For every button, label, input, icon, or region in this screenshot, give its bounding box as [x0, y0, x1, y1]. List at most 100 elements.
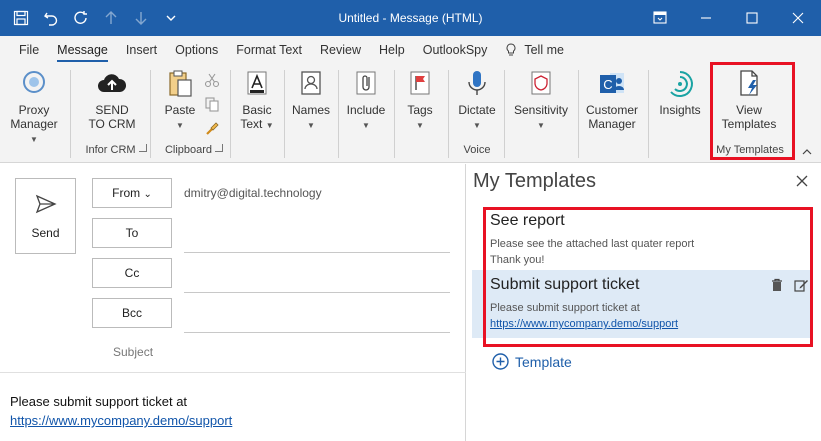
chevron-down-icon: ▼	[416, 121, 424, 130]
minimize-icon[interactable]	[683, 0, 729, 36]
microphone-icon	[468, 71, 486, 95]
customize-qat-icon[interactable]	[158, 5, 184, 31]
dialog-launcher-icon[interactable]	[138, 144, 147, 152]
template-item-submit-support-ticket[interactable]: Submit support ticket Please submit supp…	[472, 270, 812, 338]
bcc-button[interactable]: Bcc	[92, 298, 172, 328]
tab-help[interactable]: Help	[370, 36, 414, 64]
dictate-button[interactable]: Dictate ▼	[454, 68, 500, 133]
message-body[interactable]: Please submit support ticket at https://…	[10, 392, 232, 430]
customer-manager-label-2: Manager	[588, 117, 636, 131]
template-item-see-report[interactable]: See report Please see the attached last …	[472, 206, 812, 268]
ribbon-tabs: File Message Insert Options Format Text …	[0, 36, 821, 64]
chevron-down-icon: ▼	[176, 121, 184, 130]
template-preview-line: Please submit support ticket at	[490, 302, 640, 314]
send-to-crm-button[interactable]: SEND TO CRM	[84, 68, 140, 131]
template-title: See report	[490, 212, 565, 229]
body-link[interactable]: https://www.mycompany.demo/support	[10, 413, 232, 428]
ribbon-separator	[394, 70, 395, 158]
include-button[interactable]: Include ▼	[344, 68, 388, 133]
svg-text:C: C	[603, 77, 612, 92]
chevron-down-icon: ▼	[307, 121, 315, 130]
tags-label: Tags	[407, 103, 433, 117]
tags-button[interactable]: Tags ▼	[400, 68, 440, 133]
close-icon[interactable]	[775, 0, 821, 36]
tab-insert[interactable]: Insert	[117, 36, 166, 64]
ribbon: Proxy Manager ▼ SEND TO CRM Infor CRM Pa…	[0, 62, 821, 163]
from-button[interactable]: From ⌄	[92, 178, 172, 208]
sensitivity-label: Sensitivity	[513, 103, 569, 117]
customer-manager-label-1: Customer	[585, 103, 638, 117]
delete-icon[interactable]	[770, 278, 784, 292]
template-preview: Please see the attached last quater repo…	[490, 236, 794, 268]
tab-review[interactable]: Review	[311, 36, 370, 64]
ribbon-display-options-icon[interactable]	[637, 0, 683, 36]
basic-text-button[interactable]: Basic Text ▼	[236, 68, 278, 133]
chevron-down-icon: ▼	[30, 135, 38, 144]
dialog-launcher-icon[interactable]	[215, 144, 224, 152]
cut-icon[interactable]	[204, 72, 220, 88]
group-label-infor-crm: Infor CRM	[74, 144, 158, 156]
next-item-icon[interactable]	[128, 5, 154, 31]
names-button[interactable]: Names ▼	[290, 68, 332, 133]
redo-icon[interactable]	[68, 5, 94, 31]
undo-icon[interactable]	[38, 5, 64, 31]
group-label-clipboard: Clipboard	[152, 144, 236, 156]
basic-text-label-2: Text	[240, 117, 263, 131]
close-icon[interactable]	[795, 174, 809, 188]
proxy-manager-label-1: Proxy	[18, 103, 50, 117]
clipboard-paste-icon	[169, 70, 192, 97]
cc-button[interactable]: Cc	[92, 258, 172, 288]
templates-lightning-icon	[740, 70, 758, 96]
basic-text-label-1: Basic	[242, 103, 272, 117]
template-preview-link[interactable]: https://www.mycompany.demo/support	[490, 318, 678, 330]
to-button[interactable]: To	[92, 218, 172, 248]
proxy-manager-button[interactable]: Proxy Manager ▼	[6, 68, 62, 147]
voice-group-label: Voice	[463, 144, 491, 156]
template-preview-line: Thank you!	[490, 254, 545, 266]
my-templates-pane: My Templates See report Please see the a…	[467, 164, 821, 441]
previous-item-icon[interactable]	[98, 5, 124, 31]
view-templates-button[interactable]: View Templates	[716, 68, 782, 131]
subject-field[interactable]	[0, 372, 466, 373]
save-icon[interactable]	[8, 5, 34, 31]
ribbon-separator	[70, 70, 71, 158]
clipboard-group-label: Clipboard	[164, 144, 213, 156]
sensitivity-button[interactable]: Sensitivity ▼	[510, 68, 572, 133]
chevron-down-icon: ▼	[362, 121, 370, 130]
proxy-manager-label-2: Manager	[10, 117, 58, 131]
format-painter-icon[interactable]	[204, 120, 220, 136]
tab-options[interactable]: Options	[166, 36, 227, 64]
to-field[interactable]	[184, 252, 450, 253]
send-button[interactable]: Send	[15, 178, 76, 254]
tab-outlookspy[interactable]: OutlookSpy	[414, 36, 497, 64]
insights-button[interactable]: Insights	[652, 68, 708, 117]
collapse-ribbon-icon[interactable]	[801, 146, 813, 158]
title-bar: Untitled - Message (HTML)	[0, 0, 821, 36]
customer-manager-button[interactable]: C Customer Manager	[582, 68, 642, 131]
tab-message[interactable]: Message	[48, 36, 117, 64]
add-template-button[interactable]: Template	[492, 353, 572, 370]
window-controls	[637, 0, 821, 36]
paste-button[interactable]: Paste ▼	[158, 68, 202, 133]
tab-file[interactable]: File	[10, 36, 48, 64]
send-icon	[35, 194, 57, 214]
ribbon-separator	[284, 70, 285, 158]
ribbon-separator	[504, 70, 505, 158]
insights-label: Insights	[659, 103, 701, 117]
outlook-customer-manager-icon: C	[600, 73, 624, 93]
tell-me-search[interactable]: Tell me	[496, 36, 573, 64]
maximize-icon[interactable]	[729, 0, 775, 36]
view-templates-label-2: Templates	[721, 117, 777, 131]
address-book-icon	[301, 71, 321, 95]
template-actions	[770, 278, 808, 292]
ribbon-separator	[150, 70, 151, 158]
cc-field[interactable]	[184, 292, 450, 293]
names-label: Names	[291, 103, 330, 117]
tab-format-text[interactable]: Format Text	[227, 36, 311, 64]
cloud-upload-icon	[98, 74, 127, 92]
ribbon-separator	[448, 70, 449, 158]
bcc-field[interactable]	[184, 332, 450, 333]
edit-icon[interactable]	[794, 278, 808, 292]
chevron-down-icon: ▼	[537, 121, 545, 130]
copy-icon[interactable]	[204, 96, 220, 112]
